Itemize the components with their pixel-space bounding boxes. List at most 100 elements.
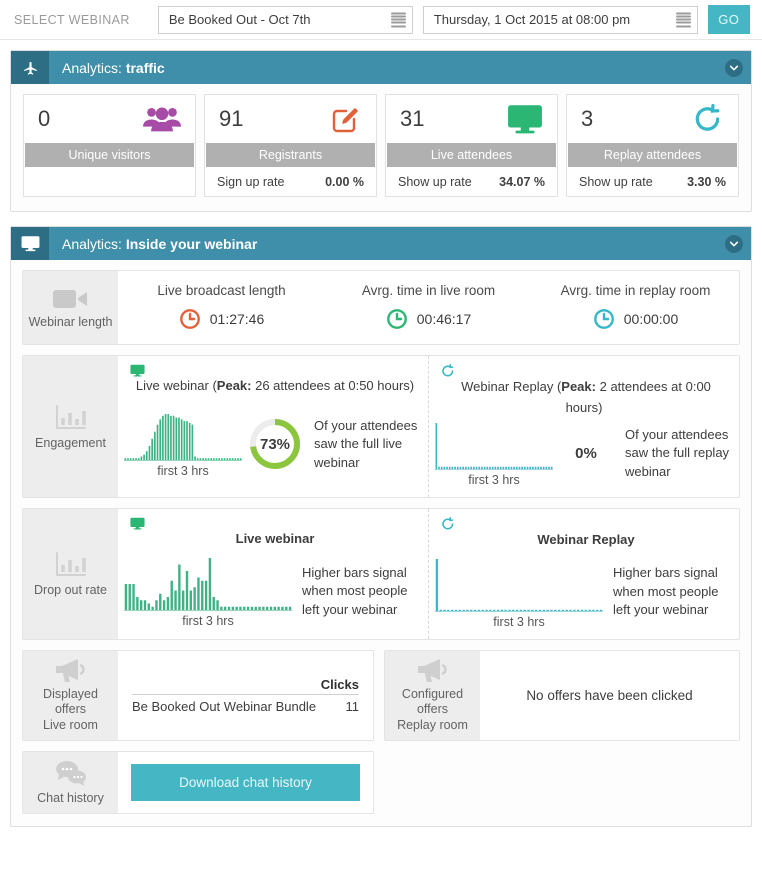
offer-name-header: [132, 674, 320, 695]
stat-top: 91: [205, 95, 376, 143]
no-offers-clicked-text: No offers have been clicked: [526, 687, 693, 703]
dropout-replay-description: Higher bars signal when most people left…: [613, 565, 719, 618]
stat-top: 3: [567, 95, 738, 143]
dropout-replay-body: first 3 hrs Higher bars signal when most…: [435, 556, 733, 629]
monitor-icon: [507, 104, 543, 134]
engagement-replay-half: Webinar Replay (Peak: 2 attendees at 0:0…: [428, 356, 739, 498]
configured-offers-label-cell: Configured offers Replay room: [385, 650, 480, 740]
clock-icon: [179, 308, 201, 330]
list-icon: [675, 12, 691, 27]
chart-caption: first 3 hrs: [157, 463, 209, 478]
date-select[interactable]: Thursday, 1 Oct 2015 at 08:00 pm: [422, 5, 698, 34]
megaphone-icon: [416, 657, 450, 683]
offer-name: Be Booked Out Webinar Bundle: [132, 698, 317, 714]
bar-chart-svg: [124, 558, 292, 612]
title-text: Live webinar: [235, 531, 315, 547]
avg-time-live-room-cell: Avrg. time in live room 00:46:17: [325, 271, 532, 344]
chat-history-block: Chat history Download chat history: [22, 750, 374, 814]
dropout-replay-title: Webinar Replay: [435, 517, 733, 552]
label-line: Configured: [401, 686, 464, 701]
dropout-replay-half: Webinar Replay first 3 hrs Higher bars s…: [428, 509, 739, 639]
stat-rate-label: Show up rate: [579, 175, 653, 189]
configured-offers-body: No offers have been clicked: [480, 651, 739, 740]
analytics-traffic-panel: Analytics: traffic 0 Unique visitors 91 …: [10, 50, 752, 212]
avg-time-replay-room-cell: Avrg. time in replay room 00:00:00: [532, 271, 739, 344]
cell-title: Live broadcast length: [157, 283, 286, 298]
stat-value: 31: [400, 106, 425, 131]
stat-label: Replay attendees: [568, 143, 737, 167]
video-camera-icon: [52, 287, 89, 311]
plane-icon: [11, 51, 49, 84]
go-button[interactable]: GO: [707, 5, 750, 34]
download-chat-history-button[interactable]: Download chat history: [131, 763, 360, 801]
bar-chart-svg: [124, 413, 242, 461]
stat-card-registrants: 91 Registrants Sign up rate 0.00 %: [204, 94, 377, 197]
chart-caption: first 3 hrs: [182, 614, 234, 629]
row-label-text: Webinar length: [28, 314, 113, 329]
stat-rate-value: 0.00 %: [325, 175, 364, 189]
traffic-title-value: traffic: [125, 59, 165, 76]
list-icon: [390, 12, 406, 27]
row-label-text: Chat history: [37, 791, 104, 806]
label-line: Replay room: [397, 717, 468, 732]
inside-collapse-button[interactable]: [717, 234, 751, 253]
chat-history-row: Chat history Download chat history: [22, 750, 740, 814]
cell-value: 00:46:17: [416, 311, 472, 327]
dropout-live-chart: first 3 hrs: [124, 555, 292, 628]
stat-rate: Show up rate 34.07 %: [386, 167, 557, 196]
bar-chart-svg: [435, 558, 603, 612]
title-main: Live webinar (: [135, 378, 217, 393]
traffic-collapse-button[interactable]: [717, 58, 751, 77]
replay-icon: [441, 364, 727, 378]
engagement-live-donut: 73%: [246, 416, 304, 472]
offers-row: Displayed offers Live room Clicks Be Boo…: [22, 649, 740, 741]
webinar-select[interactable]: Be Booked Out - Oct 7th: [157, 5, 413, 34]
dropout-rate-row: Drop out rate Live webinar first 3 hrs H: [22, 508, 740, 640]
live-broadcast-length-cell: Live broadcast length 01:27:46: [118, 271, 325, 344]
offer-clicks: 11: [345, 698, 360, 714]
stat-top: 0: [24, 95, 195, 143]
monitor-icon: [11, 227, 49, 260]
engagement-label-cell: Engagement: [23, 356, 118, 498]
webinar-selector-bar: SELECT WEBINAR Be Booked Out - Oct 7th T…: [0, 0, 762, 40]
inside-panel-title: Analytics: Inside your webinar: [49, 236, 717, 252]
cell-value-wrap: 01:27:46: [122, 308, 321, 330]
inside-title-value: Inside your webinar: [125, 235, 258, 252]
engagement-live-description: Of your attendees saw the full live webi…: [314, 417, 418, 470]
chart-caption: first 3 hrs: [468, 473, 520, 488]
megaphone-icon: [54, 657, 88, 683]
chart-caption: first 3 hrs: [493, 614, 545, 629]
title-bold: Peak:: [216, 378, 252, 393]
stat-rate: Sign up rate 0.00 %: [205, 167, 376, 196]
clock-icon: [386, 308, 408, 330]
stat-top: 31: [386, 95, 557, 143]
clock-icon: [593, 308, 615, 330]
stat-label: Registrants: [206, 143, 375, 167]
stat-card-live-attendees: 31 Live attendees Show up rate 34.07 %: [385, 94, 558, 197]
bar-chart-icon: [54, 404, 88, 432]
displayed-offers-label-cell: Displayed offers Live room: [23, 650, 118, 740]
title-bold: Peak:: [561, 379, 596, 394]
stat-label: Live attendees: [387, 143, 556, 167]
label-line: Live room: [43, 717, 98, 732]
row-label-text: Configured offers Replay room: [397, 687, 468, 734]
label-line: offers: [416, 702, 449, 717]
stat-rate-value: 34.07 %: [499, 175, 545, 189]
monitor-icon: [130, 517, 416, 530]
engagement-replay-description: Of your attendees saw the full replay we…: [625, 426, 730, 479]
replay-icon: [692, 104, 724, 134]
title-rest: 26 attendees at 0:50 hours): [251, 378, 415, 393]
table-row: Be Booked Out Webinar Bundle 11: [132, 694, 359, 716]
stat-label: Unique visitors: [25, 143, 194, 167]
analytics-inside-webinar-panel: Analytics: Inside your webinar Webinar l…: [10, 226, 752, 827]
chevron-down-icon: [725, 58, 743, 77]
edit-icon: [328, 103, 362, 135]
engagement-live-title: Live webinar (Peak: 26 attendees at 0:50…: [124, 364, 422, 398]
webinar-length-label-cell: Webinar length: [23, 271, 118, 344]
cell-title: Avrg. time in replay room: [560, 283, 711, 298]
stat-value: 91: [219, 106, 244, 131]
title-main: Webinar Replay (: [461, 379, 562, 394]
label-line: Displayed: [43, 686, 98, 701]
cell-value-wrap: 00:46:17: [329, 308, 528, 330]
inside-title-prefix: Analytics:: [62, 235, 126, 252]
